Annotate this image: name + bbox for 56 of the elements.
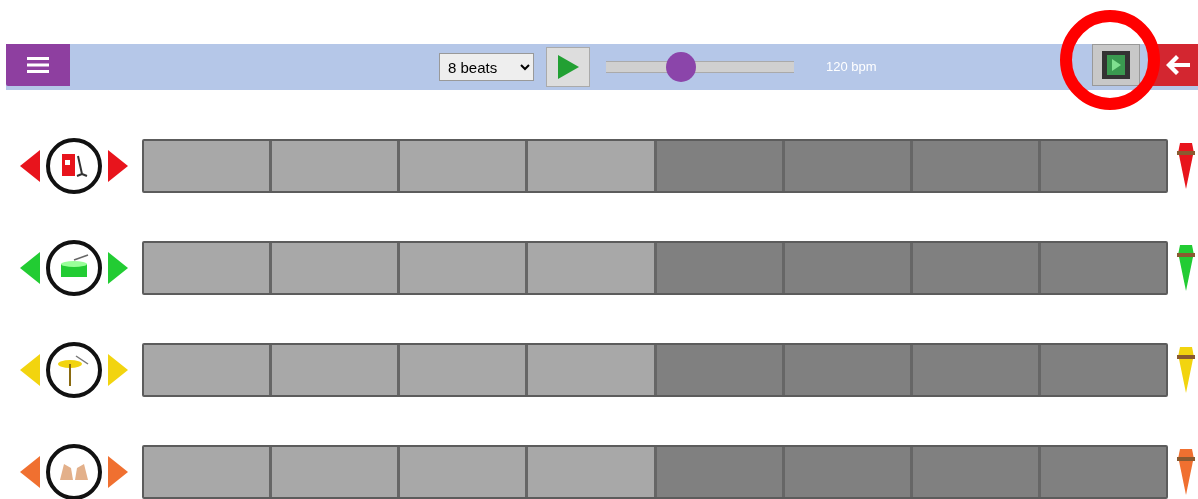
beat-cell[interactable] (144, 447, 270, 497)
previous-instrument-arrow[interactable] (20, 456, 40, 488)
beat-cell[interactable] (656, 243, 782, 293)
snare-drum-icon[interactable] (46, 240, 102, 296)
next-instrument-arrow[interactable] (108, 252, 128, 284)
beat-cell[interactable] (144, 243, 270, 293)
beat-cell[interactable] (272, 447, 398, 497)
beat-cell[interactable] (784, 243, 910, 293)
beat-cell[interactable] (656, 141, 782, 191)
menu-icon (27, 56, 49, 74)
beat-cell[interactable] (784, 345, 910, 395)
beat-cell[interactable] (400, 243, 526, 293)
next-instrument-arrow[interactable] (108, 456, 128, 488)
beat-cell[interactable] (1040, 141, 1166, 191)
beat-cell[interactable] (656, 345, 782, 395)
beat-cell[interactable] (144, 345, 270, 395)
beat-cell[interactable] (272, 141, 398, 191)
beat-cell[interactable] (528, 447, 654, 497)
beat-cell[interactable] (528, 345, 654, 395)
beat-cell[interactable] (528, 141, 654, 191)
beats-dropdown[interactable]: 8 beats (439, 53, 534, 81)
beat-cell[interactable] (400, 141, 526, 191)
play-button[interactable] (546, 47, 590, 87)
beat-cell[interactable] (528, 243, 654, 293)
beat-cell[interactable] (656, 447, 782, 497)
beat-cell[interactable] (912, 345, 1038, 395)
previous-instrument-arrow[interactable] (20, 252, 40, 284)
beat-cell[interactable] (144, 141, 270, 191)
play-icon (556, 54, 580, 80)
pin-icon[interactable] (1177, 449, 1195, 495)
hands-icon[interactable] (46, 444, 102, 499)
pin-icon[interactable] (1177, 347, 1195, 393)
back-arrow-icon (1166, 55, 1190, 75)
tempo-label: 120 bpm (826, 58, 877, 77)
beat-cell[interactable] (272, 345, 398, 395)
beat-cell[interactable] (272, 243, 398, 293)
beat-cell[interactable] (1040, 345, 1166, 395)
next-instrument-arrow[interactable] (108, 150, 128, 182)
beat-cell[interactable] (400, 447, 526, 497)
menu-button[interactable] (6, 44, 70, 86)
beat-cell[interactable] (912, 447, 1038, 497)
beat-cell[interactable] (784, 447, 910, 497)
beat-cell[interactable] (784, 141, 910, 191)
kick-drum-icon[interactable] (46, 138, 102, 194)
slider-thumb[interactable] (666, 52, 697, 82)
beat-cell[interactable] (912, 243, 1038, 293)
beat-cell[interactable] (400, 345, 526, 395)
film-play-icon (1101, 50, 1131, 80)
video-button[interactable] (1092, 44, 1140, 86)
cymbal-icon[interactable] (46, 342, 102, 398)
previous-instrument-arrow[interactable] (20, 150, 40, 182)
pin-icon[interactable] (1177, 245, 1195, 291)
pin-icon[interactable] (1177, 143, 1195, 189)
beat-cell[interactable] (1040, 243, 1166, 293)
beat-cell[interactable] (912, 141, 1038, 191)
beat-cell[interactable] (1040, 447, 1166, 497)
